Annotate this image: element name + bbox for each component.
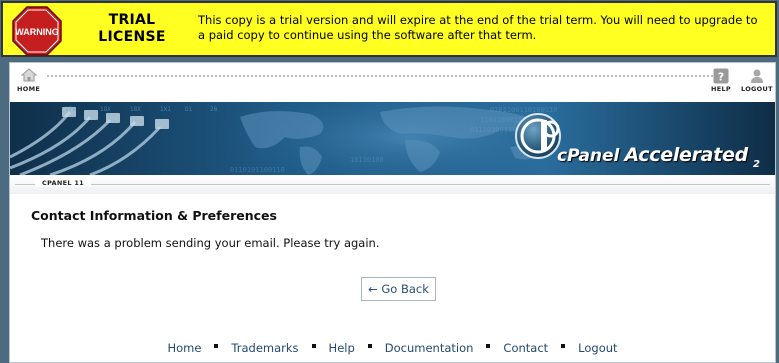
nav-home-button[interactable]: HOME [17, 68, 40, 93]
svg-text:20: 20 [210, 106, 218, 113]
top-navigation: HOME ? HELP LOGOUT [10, 63, 775, 102]
svg-text:18X: 18X [100, 106, 111, 113]
svg-text:10110100: 10110100 [350, 156, 384, 164]
nav-dotted-divider [46, 74, 714, 78]
logo-product: Accelerated [624, 144, 748, 166]
nav-logout-button[interactable]: LOGOUT [741, 68, 773, 93]
footer-links: Home Trademarks Help Documentation Contact Lo… [10, 341, 775, 355]
trial-license-banner: WARNING TRIAL LICENSE This copy is a tri… [1, 1, 777, 57]
footer-separator [311, 344, 316, 348]
error-message: There was a problem sending your email. … [41, 236, 380, 250]
help-icon: ? [713, 68, 729, 84]
nav-help-label: HELP [711, 85, 731, 93]
nav-help-button[interactable]: ? HELP [711, 68, 731, 93]
nav-logout-label: LOGOUT [741, 85, 773, 93]
version-label: CPANEL 11 [35, 179, 91, 187]
home-icon [20, 68, 37, 82]
trial-license-title: TRIAL LICENSE [77, 12, 187, 46]
svg-text:18X: 18X [130, 106, 141, 113]
footer-link-documentation[interactable]: Documentation [385, 341, 474, 355]
svg-text:1X1: 1X1 [160, 106, 171, 113]
go-back-button[interactable]: ← Go Back [361, 277, 436, 301]
footer-link-home[interactable]: Home [167, 341, 201, 355]
trial-message: This copy is a trial version and will ex… [198, 13, 758, 42]
cpanel-logo-text: cPanel Accelerated 2 [557, 144, 760, 172]
svg-text:?: ? [718, 71, 724, 84]
version-strip: CPANEL 11 [10, 175, 775, 194]
warning-sign-icon: WARNING [12, 6, 62, 56]
svg-text:D1: D1 [185, 106, 193, 113]
cpanel-header-banner: 17A 18X 18X 1X1 D1 20 0101100110100110 11001… [10, 102, 775, 175]
footer-separator [561, 344, 566, 348]
footer-link-trademarks[interactable]: Trademarks [231, 341, 298, 355]
svg-text:0101100110100110: 0101100110100110 [490, 106, 557, 114]
nav-home-label: HOME [17, 85, 41, 93]
footer-link-logout[interactable]: Logout [578, 341, 617, 355]
footer-separator [367, 344, 372, 348]
footer-link-help[interactable]: Help [329, 341, 355, 355]
version-divider [15, 184, 770, 185]
logo-brand: cPanel [557, 146, 620, 166]
user-icon [750, 69, 763, 83]
trial-title-line1: TRIAL [108, 12, 156, 28]
trial-title-line2: LICENSE [98, 29, 166, 45]
main-panel: HOME ? HELP LOGOUT 17A 18X 18X 1X1 D1 20… [9, 62, 776, 363]
warning-sign-label: WARNING [15, 27, 59, 37]
svg-text:17A: 17A [65, 106, 76, 113]
footer-separator [486, 344, 491, 348]
page-title: Contact Information & Preferences [31, 208, 277, 223]
svg-text:0110101100110: 0110101100110 [230, 166, 285, 174]
footer-link-contact[interactable]: Contact [503, 341, 548, 355]
footer-separator [214, 344, 219, 348]
logo-version: 2 [752, 159, 760, 170]
